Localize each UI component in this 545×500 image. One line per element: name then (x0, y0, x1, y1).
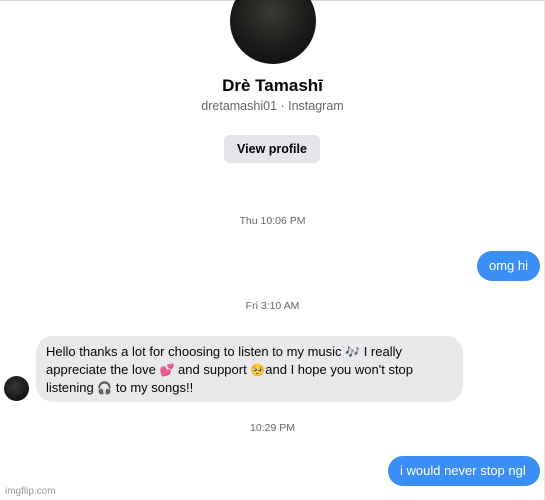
profile-name: Drè Tamashī (222, 76, 323, 95)
timestamp: 10:29 PM (250, 422, 295, 434)
sender-avatar[interactable] (4, 376, 29, 401)
watermark: imgflip.com (5, 486, 56, 497)
headphones-icon: 🎧 (97, 381, 113, 395)
incoming-message[interactable]: Hello thanks a lot for choosing to liste… (36, 336, 463, 402)
message-text: Hello thanks a lot for choosing to liste… (46, 344, 346, 359)
message-text: and support (174, 362, 251, 377)
timestamp: Fri 3:10 AM (245, 300, 300, 312)
outgoing-message[interactable]: i would never stop ngl (388, 456, 540, 486)
message-text: to my songs!! (112, 380, 194, 395)
outgoing-message[interactable]: omg hi (477, 251, 540, 281)
two-hearts-icon: 💕 (159, 363, 175, 377)
profile-avatar[interactable] (230, 0, 316, 64)
pleading-face-icon: 🥺 (250, 363, 266, 377)
musical-notes-icon: 🎶 (345, 345, 361, 359)
profile-handle: dretamashi01 · Instagram (201, 99, 344, 113)
timestamp: Thu 10:06 PM (239, 215, 306, 227)
view-profile-button[interactable]: View profile (224, 135, 320, 163)
